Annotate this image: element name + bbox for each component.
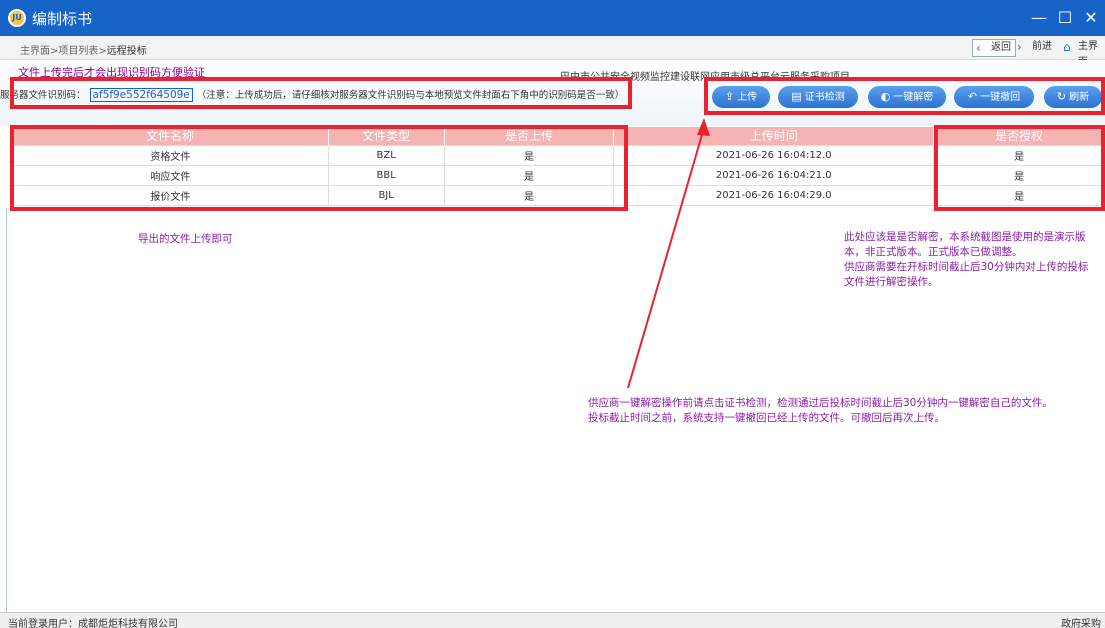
breadcrumb-separator: > bbox=[98, 46, 107, 57]
certificate-check-note: 供应商一键解密操作前请点击证书检测，检测通过后投标时间截止后30分钟内一键解密自… bbox=[588, 396, 1053, 426]
forward-label: 前进 bbox=[1032, 41, 1052, 52]
back-button[interactable]: ‹ 返回 bbox=[972, 39, 1016, 57]
annotation-box-action-buttons bbox=[704, 77, 1105, 115]
cell-upload-time: 2021-06-26 16:04:29.0 bbox=[613, 184, 935, 206]
current-user: 当前登录用户：成都炬炬科技有限公司 bbox=[8, 619, 178, 628]
status-right-label: 政府采购 bbox=[1061, 619, 1101, 628]
home-icon: ⌂ bbox=[1063, 40, 1071, 54]
decrypt-note-line-3: 供应商需要在开标时间截止后30分钟内对上传的投标 bbox=[844, 261, 1089, 273]
status-bar: 当前登录用户：成都炬炬科技有限公司 政府采购 bbox=[0, 612, 1105, 628]
breadcrumb-current: 远程投标 bbox=[106, 46, 147, 57]
decrypt-note-line-2: 本，非正式版本。正式版本已做调整。 bbox=[844, 246, 1023, 258]
annotation-box-server-code bbox=[10, 77, 632, 109]
column-header-upload-time[interactable]: 上传时间 bbox=[613, 127, 935, 145]
chevron-right-icon: › bbox=[1017, 40, 1022, 54]
check-note-line-1: 供应商一键解密操作前请点击证书检测，检测通过后投标时间截止后30分钟内一键解密自… bbox=[588, 397, 1053, 409]
check-note-line-2: 投标截止时间之前，系统支持一键撤回已经上传的文件。可撤回后再次上传。 bbox=[588, 412, 945, 424]
title-bar: JU 编制标书 — ☐ ✕ bbox=[0, 0, 1105, 36]
cell-upload-time: 2021-06-26 16:04:21.0 bbox=[613, 164, 935, 186]
main-screen-button[interactable]: ⌂主界面 bbox=[1060, 39, 1105, 68]
chevron-left-icon: ‹ bbox=[976, 41, 981, 55]
annotation-box-authorized-column bbox=[934, 125, 1105, 211]
maximize-button[interactable]: ☐ bbox=[1053, 6, 1077, 30]
forward-button[interactable]: › 前进 bbox=[1014, 39, 1056, 57]
breadcrumb-project-list[interactable]: 项目列表 bbox=[58, 46, 98, 57]
minimize-button[interactable]: — bbox=[1027, 6, 1051, 30]
decrypt-note-line-1: 此处应该是是否解密，本系统截图是使用的是演示版 bbox=[844, 231, 1086, 243]
export-note: 导出的文件上传即可 bbox=[138, 233, 233, 245]
annotation-box-file-list bbox=[10, 125, 628, 211]
cell-upload-time: 2021-06-26 16:04:12.0 bbox=[613, 144, 935, 166]
breadcrumb: 主界面>项目列表>远程投标 bbox=[20, 42, 147, 57]
close-button[interactable]: ✕ bbox=[1079, 6, 1103, 30]
decrypt-note: 此处应该是是否解密，本系统截图是使用的是演示版 本，非正式版本。正式版本已做调整… bbox=[844, 230, 1104, 290]
window-title: 编制标书 bbox=[32, 10, 93, 28]
app-logo-icon: JU bbox=[8, 9, 26, 27]
left-border-line bbox=[6, 208, 7, 612]
back-label: 返回 bbox=[991, 42, 1011, 53]
nav-bar: 主界面>项目列表>远程投标 ‹返回 ›前进 ⌂主界面 bbox=[0, 36, 1105, 68]
breadcrumb-home[interactable]: 主界面 bbox=[20, 46, 50, 57]
decrypt-note-line-4: 文件进行解密操作。 bbox=[844, 276, 939, 288]
